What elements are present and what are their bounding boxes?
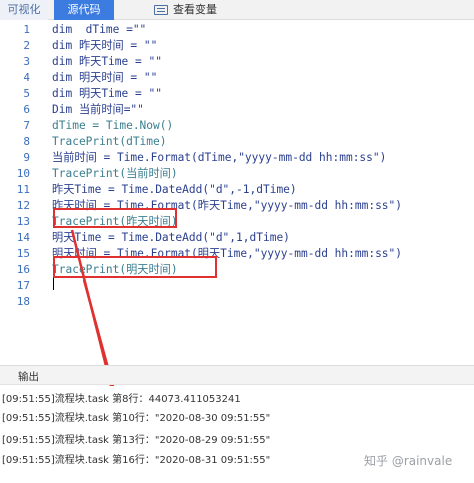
line-number: 13 — [16, 215, 30, 228]
line-number: 7 — [23, 119, 30, 132]
line-number: 17 — [16, 279, 30, 292]
highlight-box-line-16 — [53, 256, 217, 278]
line-number: 9 — [23, 151, 30, 164]
editor-tab-bar: 可视化 源代码 查看变量 — [0, 0, 474, 20]
line-number: 15 — [16, 247, 30, 260]
output-panel-header: 输出 — [0, 365, 474, 385]
line-number: 1 — [23, 23, 30, 36]
line-number: 5 — [23, 87, 30, 100]
output-line: [09:51:55]流程块.task 第16行："2020-08-31 09:5… — [2, 455, 271, 466]
code-line[interactable]: dim 明天时间 = "" — [52, 70, 157, 86]
variables-icon — [154, 5, 168, 15]
code-line[interactable]: Dim 当前时间="" — [52, 102, 144, 118]
line-number: 6 — [23, 103, 30, 116]
output-line: [09:51:55]流程块.task 第10行："2020-08-30 09:5… — [2, 413, 271, 424]
line-number: 18 — [16, 295, 30, 308]
output-line: [09:51:55]流程块.task 第13行："2020-08-29 09:5… — [2, 435, 271, 446]
tab-source-code[interactable]: 源代码 — [54, 0, 114, 20]
line-number: 12 — [16, 199, 30, 212]
code-line[interactable]: dim 明天Time = "" — [52, 86, 162, 102]
line-number: 10 — [16, 167, 30, 180]
output-title: 输出 — [18, 371, 39, 383]
highlight-box-line-13 — [53, 208, 177, 228]
watermark: 知乎 @rainvale — [364, 454, 453, 468]
line-number: 4 — [23, 71, 30, 84]
code-line[interactable]: dTime = Time.Now() — [52, 118, 173, 134]
line-number: 8 — [23, 135, 30, 148]
code-line[interactable]: TracePrint(当前时间) — [52, 166, 178, 182]
line-number-gutter: 1 2 3 4 5 6 7 8 9 10 11 12 13 14 15 16 1… — [0, 20, 48, 365]
line-number: 11 — [16, 183, 30, 196]
text-cursor — [53, 276, 54, 290]
code-line[interactable]: dim 昨天时间 = "" — [52, 38, 157, 54]
code-line[interactable]: 明天Time = Time.DateAdd("d",1,dTime) — [52, 230, 290, 246]
code-line[interactable]: 当前时间 = Time.Format(dTime,"yyyy-mm-dd hh:… — [52, 150, 386, 166]
line-number: 16 — [16, 263, 30, 276]
code-editor[interactable]: 1 2 3 4 5 6 7 8 9 10 11 12 13 14 15 16 1… — [0, 20, 474, 365]
tab-visual[interactable]: 可视化 — [0, 0, 48, 20]
line-number: 14 — [16, 231, 30, 244]
output-line: [09:51:55]流程块.task 第8行：44073.411053241 — [2, 394, 241, 405]
code-line[interactable]: 昨天Time = Time.DateAdd("d",-1,dTime) — [52, 182, 297, 198]
view-variables-label: 查看变量 — [173, 3, 217, 16]
line-number: 2 — [23, 39, 30, 52]
code-line[interactable]: dim dTime ="" — [52, 22, 146, 38]
view-variables-button[interactable]: 查看变量 — [154, 0, 244, 20]
code-line[interactable]: dim 昨天Time = "" — [52, 54, 162, 70]
line-number: 3 — [23, 55, 30, 68]
code-line[interactable]: TracePrint(dTime) — [52, 134, 167, 150]
